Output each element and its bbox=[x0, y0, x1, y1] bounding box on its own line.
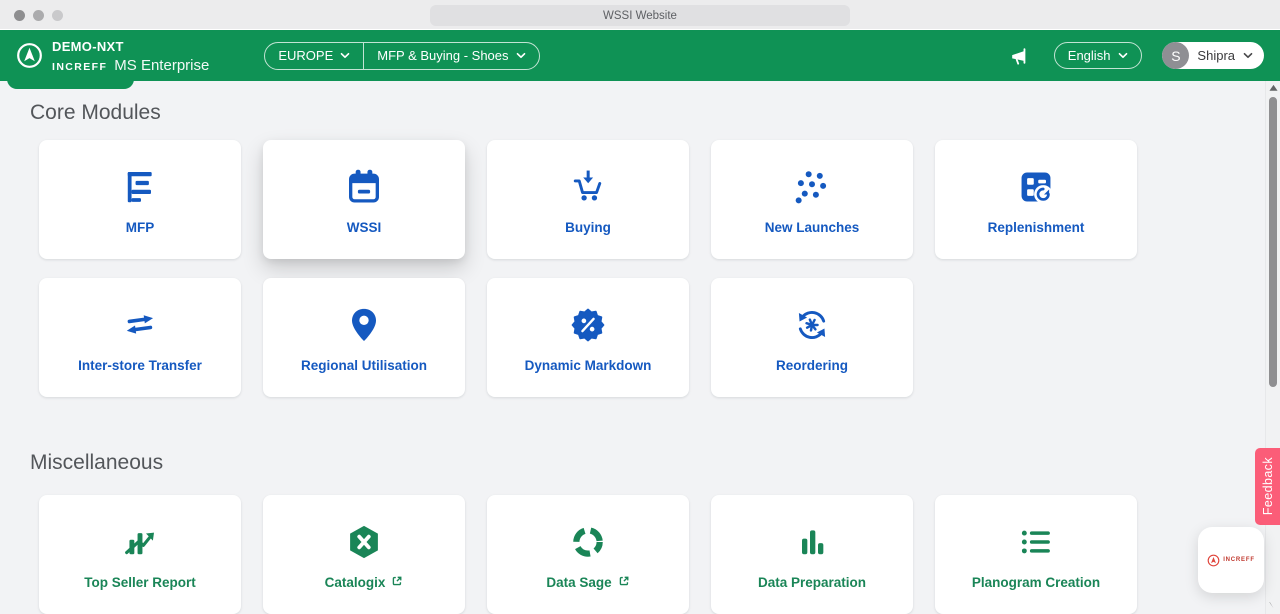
module-card-data-preparation[interactable]: Data Preparation bbox=[711, 495, 913, 614]
module-card-label: New Launches bbox=[764, 220, 860, 235]
user-name: Shipra bbox=[1197, 48, 1235, 63]
increff-logo-icon bbox=[1207, 554, 1220, 566]
donut-segments-icon bbox=[568, 519, 608, 565]
brand-block[interactable]: DEMO-NXT INCREFF MS Enterprise bbox=[16, 38, 209, 74]
module-card-label: Catalogix bbox=[324, 575, 386, 590]
discount-badge-icon bbox=[568, 302, 608, 348]
module-card-wssi[interactable]: WSSI bbox=[263, 140, 465, 259]
calendar-icon bbox=[344, 164, 384, 210]
hexagon-x-icon bbox=[344, 519, 384, 565]
trending-bars-icon bbox=[120, 519, 160, 565]
increff-logo-icon bbox=[16, 42, 43, 69]
module-card-data-sage[interactable]: Data Sage bbox=[487, 495, 689, 614]
module-card-label: Inter-store Transfer bbox=[78, 358, 202, 373]
browser-tab[interactable]: WSSI Website bbox=[430, 5, 850, 26]
workspace-dropdown[interactable]: MFP & Buying - Shoes bbox=[363, 42, 538, 69]
language-dropdown[interactable]: English bbox=[1053, 42, 1143, 69]
module-card-catalogix[interactable]: Catalogix bbox=[263, 495, 465, 614]
grid-sync-icon bbox=[1016, 164, 1056, 210]
bar-chart-icon bbox=[792, 519, 832, 565]
chart-rows-icon bbox=[120, 164, 160, 210]
increff-chat-widget[interactable]: INCREFF bbox=[1198, 527, 1264, 593]
module-card-dynamic-markdown[interactable]: Dynamic Markdown bbox=[487, 278, 689, 397]
minimize-window-icon[interactable] bbox=[33, 10, 44, 21]
window-title: WSSI Website bbox=[603, 9, 677, 22]
module-card-label: Dynamic Markdown bbox=[524, 358, 652, 373]
list-icon bbox=[1016, 519, 1056, 565]
module-card-label: Reordering bbox=[775, 358, 848, 373]
module-card-label: Data Sage bbox=[546, 575, 612, 590]
main-content: Core Modules MFP WSSI Buying New Launche… bbox=[0, 81, 1280, 614]
module-card-new-launches[interactable]: New Launches bbox=[711, 140, 913, 259]
increff-wordmark: INCREFF bbox=[1223, 557, 1255, 563]
module-card-label: Replenishment bbox=[987, 220, 1085, 235]
module-card-mfp[interactable]: MFP bbox=[39, 140, 241, 259]
module-card-label: WSSI bbox=[346, 220, 382, 235]
external-link-icon bbox=[391, 575, 403, 590]
app-header: DEMO-NXT INCREFF MS Enterprise EUROPE MF… bbox=[0, 30, 1280, 81]
scroll-down-icon[interactable] bbox=[1269, 601, 1278, 609]
module-card-label: Planogram Creation bbox=[971, 575, 1101, 590]
module-card-buying[interactable]: Buying bbox=[487, 140, 689, 259]
zoom-window-icon[interactable] bbox=[52, 10, 63, 21]
map-pin-icon bbox=[344, 302, 384, 348]
swap-arrows-icon bbox=[120, 302, 160, 348]
module-card-top-seller-report[interactable]: Top Seller Report bbox=[39, 495, 241, 614]
product-name: MS Enterprise bbox=[114, 56, 210, 74]
scope-selector: EUROPE MFP & Buying - Shoes bbox=[264, 41, 540, 70]
cart-download-icon bbox=[568, 164, 608, 210]
module-card-replenishment[interactable]: Replenishment bbox=[935, 140, 1137, 259]
user-menu[interactable]: S Shipra bbox=[1162, 42, 1264, 69]
section-title-miscellaneous: Miscellaneous bbox=[30, 451, 164, 474]
module-card-label: Data Preparation bbox=[757, 575, 867, 590]
chevron-down-icon bbox=[516, 52, 526, 59]
module-card-reordering[interactable]: Reordering bbox=[711, 278, 913, 397]
module-card-label: Regional Utilisation bbox=[300, 358, 427, 373]
module-card-label: Top Seller Report bbox=[84, 575, 196, 590]
app-name: DEMO-NXT bbox=[52, 38, 124, 54]
module-card-inter-store-transfer[interactable]: Inter-store Transfer bbox=[39, 278, 241, 397]
announcements-megaphone-icon[interactable] bbox=[1008, 46, 1030, 66]
core-modules-grid: MFP WSSI Buying New Launches Replenishme… bbox=[39, 140, 1159, 397]
chevron-down-icon bbox=[1118, 52, 1128, 59]
feedback-button[interactable]: Feedback bbox=[1255, 448, 1280, 525]
browser-titlebar: WSSI Website bbox=[0, 0, 1280, 30]
window-controls[interactable] bbox=[14, 10, 63, 21]
chevron-down-icon bbox=[1243, 52, 1253, 59]
vertical-scrollbar[interactable] bbox=[1265, 81, 1280, 614]
region-dropdown[interactable]: EUROPE bbox=[265, 43, 363, 69]
miscellaneous-grid: Top Seller Report Catalogix Data Sage Da… bbox=[39, 495, 1159, 614]
module-card-planogram-creation[interactable]: Planogram Creation bbox=[935, 495, 1137, 614]
external-link-icon bbox=[618, 575, 630, 590]
module-card-label: Buying bbox=[565, 220, 611, 235]
dot-cluster-icon bbox=[792, 164, 832, 210]
scroll-up-icon[interactable] bbox=[1269, 84, 1278, 92]
scrollbar-thumb[interactable] bbox=[1269, 97, 1277, 387]
avatar: S bbox=[1162, 42, 1190, 69]
module-card-label: MFP bbox=[125, 220, 155, 235]
chevron-down-icon bbox=[340, 52, 350, 59]
section-title-core-modules: Core Modules bbox=[30, 101, 161, 124]
cycle-fan-icon bbox=[792, 302, 832, 348]
brand-wordmark: INCREFF bbox=[52, 60, 108, 73]
module-card-regional-utilisation[interactable]: Regional Utilisation bbox=[263, 278, 465, 397]
close-window-icon[interactable] bbox=[14, 10, 25, 21]
